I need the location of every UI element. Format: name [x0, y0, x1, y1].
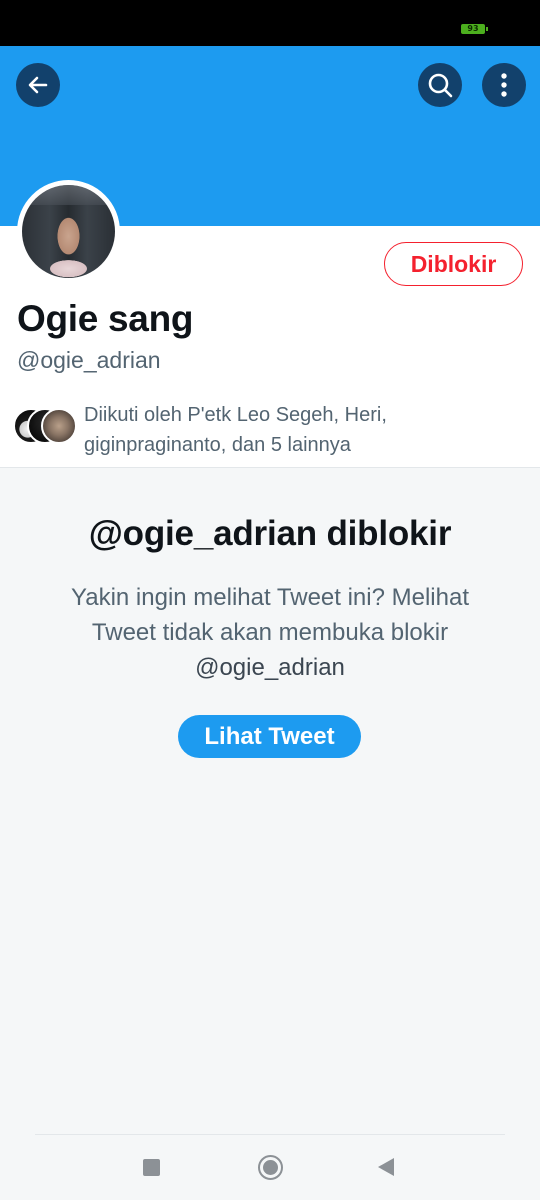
- avatar-image: [22, 185, 115, 278]
- back-button[interactable]: [16, 63, 60, 107]
- search-icon: [428, 73, 453, 98]
- recents-square-icon[interactable]: [143, 1159, 160, 1176]
- arrow-left-icon: [28, 76, 48, 94]
- avatar[interactable]: [17, 180, 120, 283]
- more-options-button[interactable]: [482, 63, 526, 107]
- nav-divider: [35, 1134, 505, 1135]
- followers-avatars[interactable]: [13, 408, 79, 444]
- display-name: Ogie sang: [17, 298, 194, 339]
- blocked-description-handle: @ogie_adrian: [195, 654, 345, 681]
- profile-handle: @ogie_adrian: [17, 347, 161, 373]
- battery-icon: 93: [461, 24, 488, 34]
- follower-avatar: [41, 408, 77, 444]
- battery-level: 93: [467, 24, 479, 33]
- blocked-description-text: Yakin ingin melihat Tweet ini? Melihat T…: [71, 584, 469, 646]
- back-triangle-icon[interactable]: [378, 1158, 394, 1176]
- status-bar: 93: [0, 0, 540, 46]
- followed-by-text[interactable]: Diikuti oleh P'etk Leo Segeh, Heri, gigi…: [84, 400, 524, 460]
- home-circle-icon[interactable]: [258, 1155, 283, 1180]
- blocked-title: @ogie_adrian diblokir: [88, 514, 452, 553]
- blocked-description: Yakin ingin melihat Tweet ini? Melihat T…: [40, 580, 500, 685]
- search-button[interactable]: [418, 63, 462, 107]
- blocked-button[interactable]: Diblokir: [384, 242, 523, 286]
- more-vertical-icon: [501, 73, 507, 97]
- view-tweets-button[interactable]: Lihat Tweet: [178, 715, 361, 758]
